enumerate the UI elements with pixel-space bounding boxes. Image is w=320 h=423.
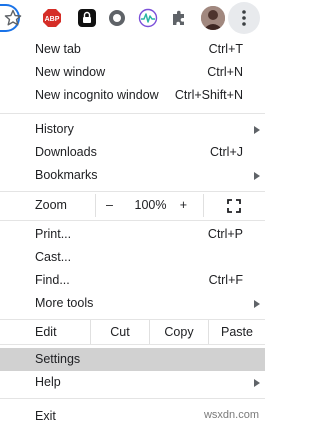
menu-separator: [0, 113, 265, 114]
chrome-menu-button[interactable]: [228, 2, 260, 34]
submenu-arrow-icon: [254, 379, 260, 387]
paste-button[interactable]: Paste: [208, 320, 265, 344]
menu-item-label: Help: [35, 375, 61, 389]
more-vert-icon: [242, 10, 246, 26]
menu-item-history[interactable]: History: [0, 118, 265, 141]
menu-item-label: Downloads: [35, 145, 97, 159]
cut-button[interactable]: Cut: [90, 320, 149, 344]
ring-extension-icon[interactable]: [107, 8, 127, 28]
menu-separator: [0, 191, 265, 192]
bookmark-star-icon[interactable]: [3, 8, 23, 28]
copy-button[interactable]: Copy: [149, 320, 208, 344]
menu-item-settings[interactable]: Settings: [0, 348, 265, 371]
menu-item-new-tab[interactable]: New tab Ctrl+T: [0, 38, 265, 61]
menu-item-label: Find...: [35, 273, 70, 287]
menu-item-label: New incognito window: [35, 88, 159, 102]
menu-item-downloads[interactable]: Downloads Ctrl+J: [0, 141, 265, 164]
menu-item-shortcut: Ctrl+T: [208, 42, 243, 56]
menu-item-label: Settings: [35, 352, 81, 366]
zoom-control: 100% – +: [95, 194, 204, 217]
menu-item-cast[interactable]: Cast...: [0, 246, 265, 269]
submenu-arrow-icon: [254, 126, 260, 134]
menu-item-label: Exit: [35, 409, 56, 423]
menu-item-label: New tab: [35, 42, 81, 56]
zoom-label: Zoom: [35, 198, 67, 212]
edit-label: Edit: [35, 325, 57, 339]
adblock-plus-label: ABP: [45, 16, 60, 23]
menu-item-more-tools[interactable]: More tools: [0, 292, 265, 315]
menu-item-label: Bookmarks: [35, 168, 98, 182]
menu-item-help[interactable]: Help: [0, 371, 265, 394]
browser-toolbar: ABP: [0, 0, 265, 36]
menu-item-shortcut: Ctrl+P: [207, 227, 243, 241]
submenu-arrow-icon: [254, 300, 260, 308]
profile-avatar-image: [201, 6, 225, 30]
menu-item-label: History: [35, 122, 74, 136]
wave-extension-icon[interactable]: [138, 8, 158, 28]
menu-separator: [0, 398, 265, 399]
menu-item-new-window[interactable]: New window Ctrl+N: [0, 61, 265, 84]
zoom-in-button[interactable]: +: [180, 194, 187, 217]
chrome-main-menu: New tab Ctrl+T New window Ctrl+N New inc…: [0, 36, 265, 423]
watermark: wsxdn.com: [203, 409, 259, 421]
menu-separator: [0, 220, 265, 221]
menu-separator: [0, 344, 265, 345]
menu-item-label: Print...: [35, 227, 72, 241]
menu-item-new-incognito-window[interactable]: New incognito window Ctrl+Shift+N: [0, 84, 265, 107]
menu-item-label: New window: [35, 65, 106, 79]
zoom-out-button[interactable]: –: [106, 194, 113, 217]
fullscreen-icon[interactable]: [226, 198, 242, 214]
menu-item-label: More tools: [35, 296, 94, 310]
puzzle-icon[interactable]: [169, 8, 189, 28]
chrome-window: ABP New tab Ctrl+T New window Ctrl+N New…: [0, 0, 265, 423]
menu-item-label: Cast...: [35, 250, 72, 264]
menu-row-zoom: Zoom 100% – +: [0, 194, 265, 217]
menu-item-shortcut: Ctrl+N: [207, 65, 243, 79]
menu-item-shortcut: Ctrl+F: [208, 273, 243, 287]
menu-item-print[interactable]: Print... Ctrl+P: [0, 223, 265, 246]
menu-row-edit: Edit Cut Copy Paste: [0, 320, 265, 344]
submenu-arrow-icon: [254, 172, 260, 180]
profile-avatar[interactable]: [201, 6, 225, 30]
lock-extension-icon[interactable]: [77, 8, 97, 28]
adblock-plus-icon[interactable]: ABP: [42, 8, 62, 28]
menu-item-shortcut: Ctrl+Shift+N: [174, 88, 243, 102]
menu-item-bookmarks[interactable]: Bookmarks: [0, 164, 265, 187]
menu-item-shortcut: Ctrl+J: [210, 145, 243, 159]
menu-item-find[interactable]: Find... Ctrl+F: [0, 269, 265, 292]
